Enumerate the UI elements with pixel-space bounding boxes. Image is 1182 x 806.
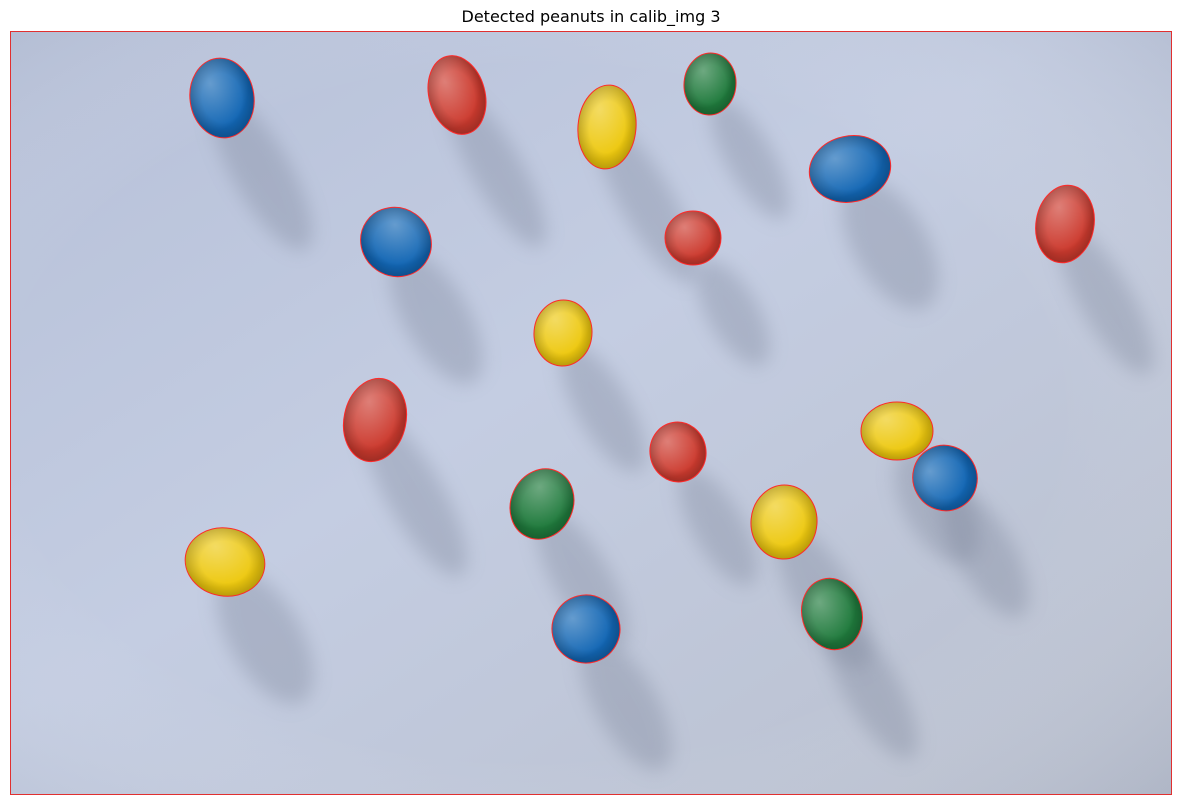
peanut-red [664, 210, 722, 266]
figure-title: Detected peanuts in calib_img 3 [461, 7, 721, 26]
photo-canvas [10, 31, 1172, 795]
figure: Detected peanuts in calib_img 3 [0, 0, 1182, 806]
peanut-yellow [860, 401, 934, 461]
image-axes [10, 31, 1172, 795]
